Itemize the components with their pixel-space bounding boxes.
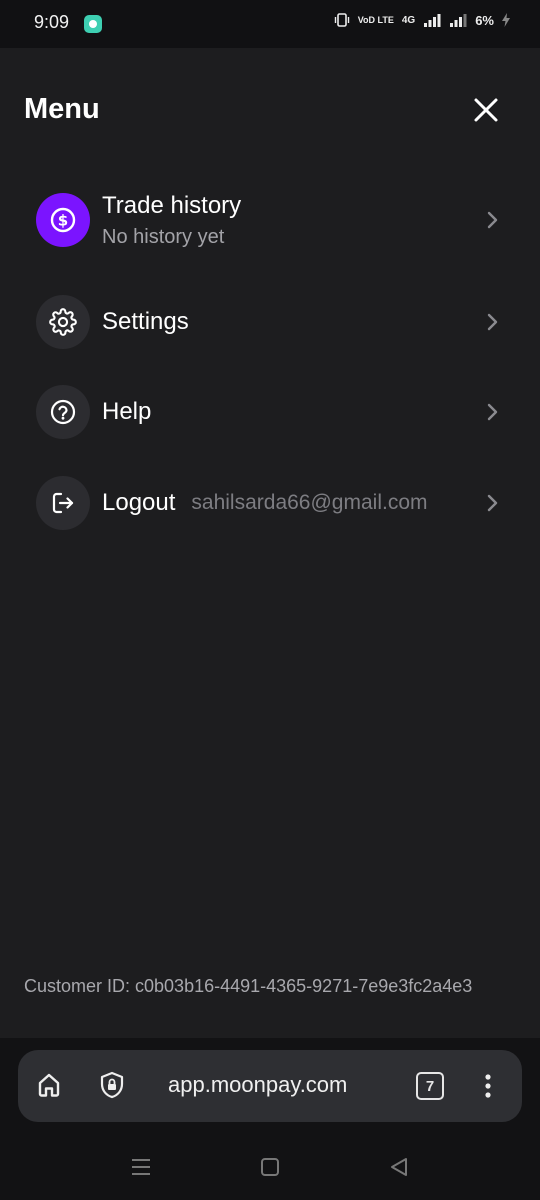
menu-item-logout[interactable]: Logout sahilsarda66@gmail.com: [36, 475, 506, 531]
chevron-right-icon: [487, 313, 498, 331]
home-button[interactable]: [34, 1070, 64, 1105]
recents-button[interactable]: [130, 1156, 152, 1183]
more-vertical-icon: [485, 1074, 491, 1098]
chevron-right-icon: [487, 403, 498, 421]
menu-item-label: Trade history: [102, 191, 242, 219]
menu-item-label: Logout: [102, 489, 176, 516]
more-options-button[interactable]: [478, 1072, 498, 1105]
menu-panel: Menu $ Trade history No history yet Sett…: [0, 48, 540, 1038]
menu-lines-icon: [132, 1159, 150, 1175]
signal-icon: [423, 13, 441, 27]
menu-item-label: Help: [102, 398, 152, 425]
square-icon: [261, 1158, 279, 1176]
shield-lock-icon: [100, 1071, 124, 1099]
tab-switcher-button[interactable]: 7: [416, 1072, 444, 1100]
browser-toolbar-area: app.moonpay.com 7: [0, 1038, 540, 1134]
menu-item-sublabel: No history yet: [102, 225, 225, 248]
status-indicators: VoD LTE 4G 6%: [334, 12, 510, 28]
status-bar: 9:09 VoD LTE 4G 6%: [0, 0, 540, 48]
battery-level: 6%: [475, 12, 494, 28]
gear-icon: [36, 295, 90, 349]
menu-title: Menu: [24, 93, 100, 125]
user-email: sahilsarda66@gmail.com: [191, 491, 428, 514]
back-button[interactable]: [388, 1156, 410, 1183]
menu-item-label: Settings: [102, 308, 189, 335]
site-security-button[interactable]: [98, 1070, 126, 1105]
signal-icon-2: [449, 13, 467, 27]
svg-text:$: $: [58, 212, 68, 230]
close-button[interactable]: [466, 90, 506, 130]
browser-toolbar: app.moonpay.com 7: [18, 1050, 522, 1122]
url-field[interactable]: app.moonpay.com: [168, 1072, 347, 1098]
menu-item-trade-history[interactable]: $ Trade history No history yet: [36, 192, 506, 248]
dollar-icon: $: [36, 193, 90, 247]
back-triangle-icon: [391, 1158, 407, 1176]
vibrate-icon: [334, 12, 350, 28]
network-type-label: 4G: [401, 14, 416, 26]
customer-id: Customer ID: c0b03b16-4491-4365-9271-7e9…: [24, 976, 473, 996]
logout-icon: [36, 476, 90, 530]
app-notification-icon: [84, 15, 102, 33]
charging-icon: [502, 13, 510, 27]
system-navigation-bar: [0, 1134, 540, 1200]
status-time: 9:09: [34, 12, 70, 32]
home-icon: [38, 1073, 60, 1097]
menu-item-help[interactable]: Help: [36, 384, 506, 440]
help-icon: [36, 385, 90, 439]
volte-label: VoD LTE: [357, 14, 394, 25]
chevron-right-icon: [487, 211, 498, 229]
chevron-right-icon: [487, 494, 498, 512]
menu-item-settings[interactable]: Settings: [36, 294, 506, 350]
home-nav-button[interactable]: [259, 1156, 281, 1183]
close-icon: [474, 98, 498, 122]
